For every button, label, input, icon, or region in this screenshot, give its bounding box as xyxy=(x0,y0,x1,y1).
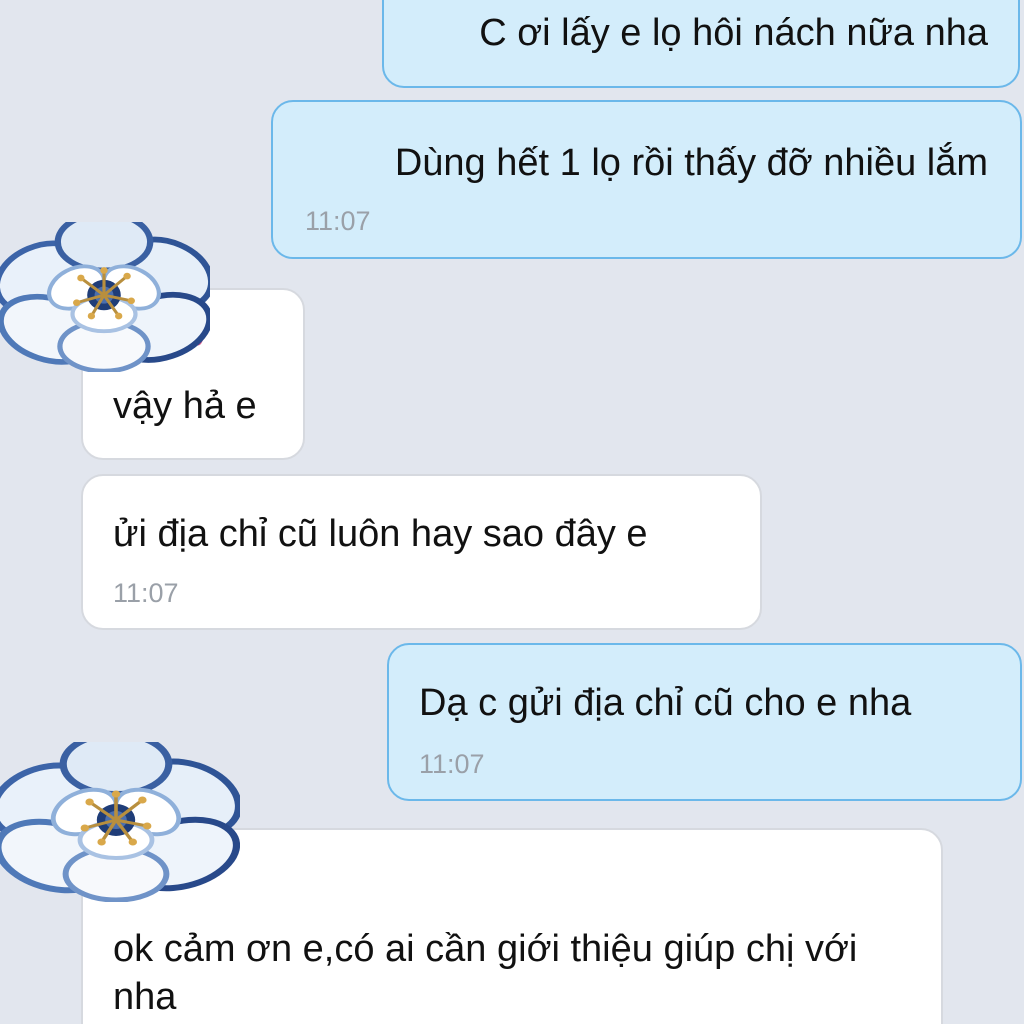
chat-thread[interactable]: C ơi lấy e lọ hôi nách nữa nha Dùng hết … xyxy=(0,0,1024,1024)
message-text: ửi địa chỉ cũ luôn hay sao đây e xyxy=(113,513,648,555)
message-timestamp: 11:07 xyxy=(113,578,179,608)
message-bubble-outgoing[interactable]: C ơi lấy e lọ hôi nách nữa nha xyxy=(382,0,1020,88)
message-bubble-outgoing[interactable]: Dùng hết 1 lọ rồi thấy đỡ nhiều lắm 11:0… xyxy=(271,100,1022,259)
message-text: Dạ c gửi địa chỉ cũ cho e nha xyxy=(419,682,912,724)
message-text: C ơi lấy e lọ hôi nách nữa nha xyxy=(479,12,988,54)
flower-avatar-icon[interactable] xyxy=(0,742,240,902)
flower-avatar-icon[interactable] xyxy=(0,222,210,372)
message-bubble-incoming[interactable]: ửi địa chỉ cũ luôn hay sao đây e 11:07 xyxy=(81,474,762,630)
message-timestamp: 11:07 xyxy=(305,206,371,236)
message-text: Dùng hết 1 lọ rồi thấy đỡ nhiều lắm xyxy=(394,142,988,184)
message-text: ok cảm ơn e,có ai cần giới thiệu giúp ch… xyxy=(113,928,858,1018)
message-timestamp: 11:07 xyxy=(419,749,485,779)
message-bubble-outgoing[interactable]: Dạ c gửi địa chỉ cũ cho e nha 11:07 xyxy=(387,643,1022,801)
message-text: vậy hả e xyxy=(113,385,257,427)
